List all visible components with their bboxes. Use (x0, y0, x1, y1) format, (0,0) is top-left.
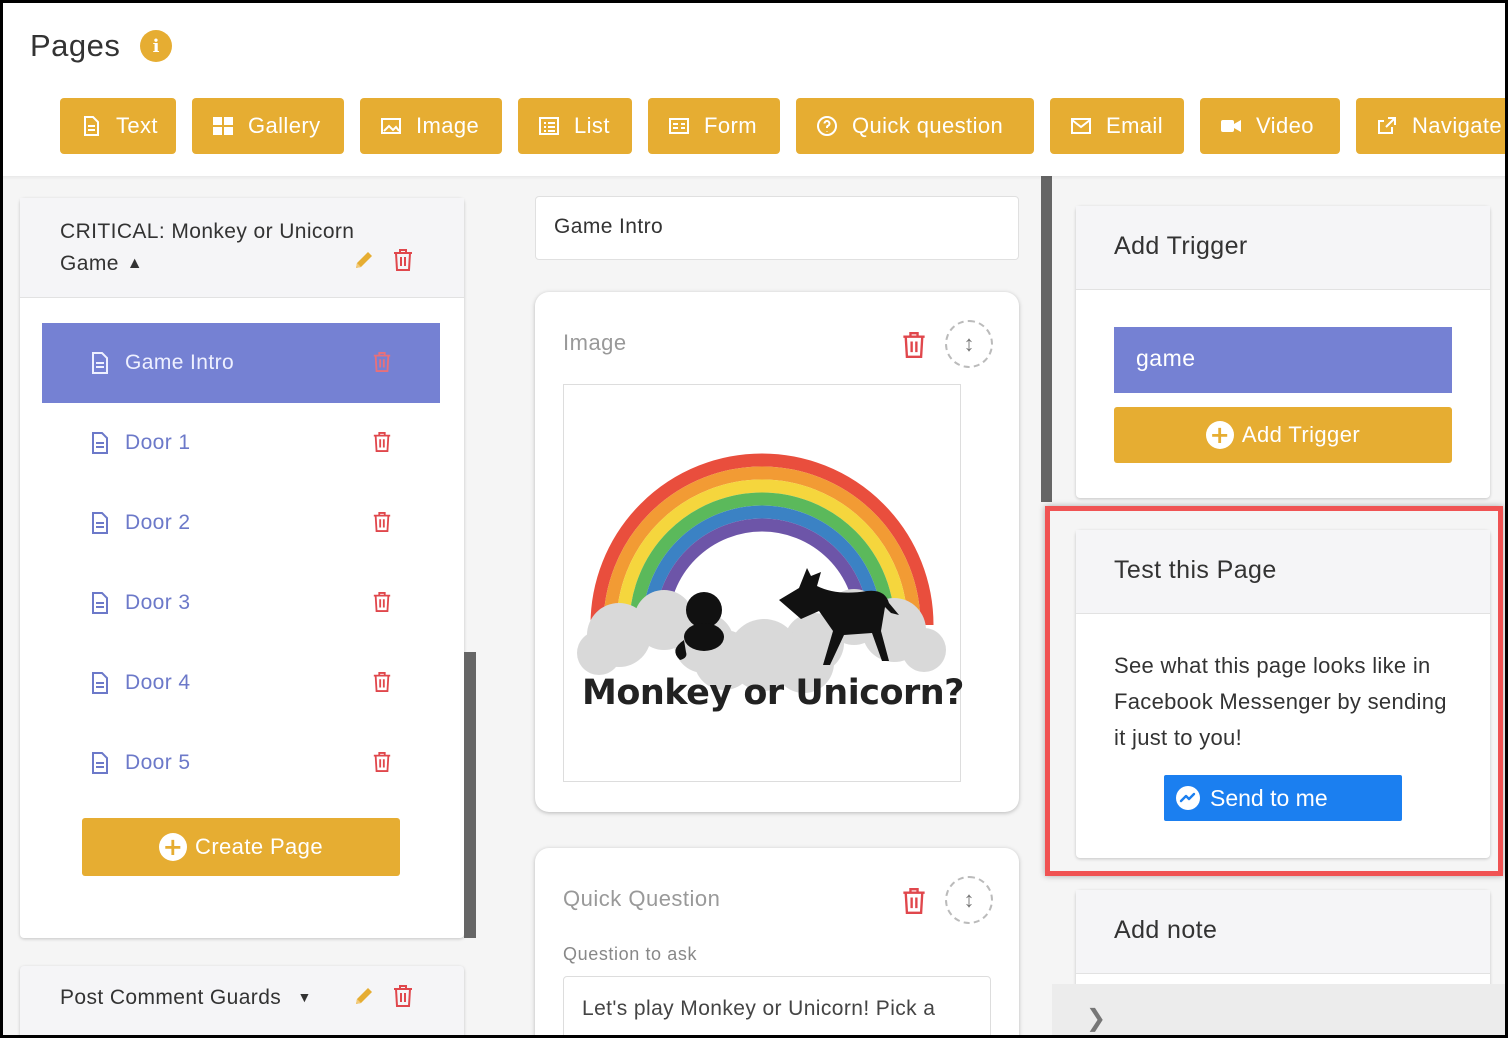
chevron-right-icon[interactable]: ❯ (1086, 1004, 1106, 1033)
toolbar-button-label: Navigate (1412, 113, 1503, 138)
image-icon (380, 115, 402, 137)
toolbar-text-button[interactable]: Text (60, 98, 176, 154)
pencil-icon[interactable] (352, 984, 376, 1014)
toolbar-button-label: Quick question (852, 113, 1004, 138)
page-list-item-label: Door 2 (125, 511, 191, 534)
plus-circle-icon: + (159, 833, 188, 861)
page-title: Pages (30, 28, 121, 63)
create-page-label: Create Page (195, 834, 323, 859)
document-icon (90, 752, 110, 774)
page-list-item-label: Door 4 (125, 671, 191, 694)
trash-icon[interactable] (901, 886, 927, 921)
trash-icon[interactable] (372, 591, 392, 619)
middle-scrollbar[interactable] (1041, 176, 1052, 502)
drag-handle-icon[interactable]: ↕ (945, 876, 993, 924)
toolbar-gallery-button[interactable]: Gallery (192, 98, 344, 154)
page-list-item-label: Door 5 (125, 751, 191, 774)
question-input[interactable]: Let's play Monkey or Unicorn! Pick a (563, 976, 991, 1038)
text-doc-icon (80, 115, 102, 137)
form-card-icon (668, 115, 690, 137)
document-icon (90, 672, 110, 694)
document-icon (90, 592, 110, 614)
toolbar-email-button[interactable]: Email (1050, 98, 1184, 154)
document-icon (90, 432, 110, 454)
add-trigger-button[interactable]: + Add Trigger (1114, 407, 1452, 463)
trash-icon[interactable] (372, 511, 392, 539)
chevron-up-icon[interactable]: ▲ (127, 248, 143, 280)
trash-icon[interactable] (372, 351, 392, 379)
create-page-button[interactable]: + Create Page (82, 818, 400, 876)
image-card: Image ↕ Monkey or Unicorn? (535, 292, 1019, 812)
toolbar-navigate-button[interactable]: Navigate (1356, 98, 1508, 154)
pencil-icon[interactable] (352, 248, 376, 282)
toolbar-button-label: Video (1256, 113, 1314, 138)
page-list-item-label: Game Intro (125, 351, 235, 374)
left-scrollbar[interactable] (464, 652, 476, 938)
page-list-item[interactable]: Door 4 (42, 643, 440, 723)
toolbar-button-label: Form (704, 113, 757, 138)
toolbar-button-label: List (574, 113, 610, 138)
toolbar-image-button[interactable]: Image (360, 98, 502, 154)
envelope-icon (1070, 115, 1092, 137)
page-header: Pages i Text Gallery Image List Form Qui… (0, 0, 1508, 176)
image-caption: Monkey or Unicorn? (582, 673, 964, 713)
video-camera-icon (1220, 115, 1242, 137)
page-group-header-collapsed[interactable]: Post Comment Guards ▼ (20, 966, 464, 1038)
quick-question-card: Quick Question ↕ Question to ask Let's p… (535, 848, 1019, 1038)
page-group-header[interactable]: CRITICAL: Monkey or Unicorn Game ▲ (20, 198, 464, 298)
gallery-grid-icon (212, 115, 234, 137)
toolbar-button-label: Email (1106, 113, 1164, 138)
plus-circle-icon: + (1205, 421, 1234, 449)
page-list-item-label: Door 1 (125, 431, 191, 454)
add-trigger-label: Add Trigger (1241, 422, 1361, 447)
page-list-item[interactable]: Door 1 (42, 403, 440, 483)
list-icon (538, 115, 560, 137)
document-icon (90, 512, 110, 534)
trash-icon[interactable] (372, 671, 392, 699)
trash-icon[interactable] (372, 431, 392, 459)
rainbow-image (577, 453, 946, 693)
question-circle-icon (816, 115, 838, 137)
trash-icon[interactable] (392, 248, 414, 282)
share-arrow-icon (1376, 115, 1398, 137)
add-trigger-panel: Add Trigger game + Add Trigger (1076, 206, 1490, 498)
group-title: CRITICAL: Monkey or Unicorn (60, 220, 355, 243)
page-list-item[interactable]: Door 5 (42, 723, 440, 803)
page-list-item[interactable]: Door 3 (42, 563, 440, 643)
document-icon (90, 352, 110, 374)
trash-icon[interactable] (372, 751, 392, 779)
trash-icon[interactable] (392, 984, 414, 1014)
card-title: Quick Question (563, 886, 721, 911)
toolbar-list-button[interactable]: List (518, 98, 632, 154)
page-list-item-label: Door 3 (125, 591, 191, 614)
toolbar-video-button[interactable]: Video (1200, 98, 1340, 154)
chevron-down-icon[interactable]: ▼ (297, 989, 311, 1005)
group2-title: Post Comment Guards (60, 986, 282, 1009)
panel-title: Add note (1076, 890, 1490, 974)
monkey-unicorn-image: Monkey or Unicorn? (563, 384, 964, 782)
workspace: CRITICAL: Monkey or Unicorn Game ▲ Game I… (0, 176, 1508, 1038)
collapse-bar[interactable]: ❯ (1052, 984, 1508, 1038)
question-label: Question to ask (563, 944, 698, 964)
highlight-box (1045, 506, 1503, 876)
trash-icon[interactable] (901, 330, 927, 365)
toolbar-quick-question-button[interactable]: Quick question (796, 98, 1034, 154)
panel-title: Add Trigger (1076, 206, 1490, 290)
card-title: Image (563, 330, 627, 355)
toolbar-form-button[interactable]: Form (648, 98, 780, 154)
page-name-input[interactable]: Game Intro (535, 196, 1019, 260)
toolbar-button-label: Gallery (248, 113, 321, 138)
toolbar-button-label: Image (416, 113, 480, 138)
page-list-item[interactable]: Door 2 (42, 483, 440, 563)
info-icon[interactable]: i (140, 30, 172, 62)
trigger-input[interactable]: game (1114, 327, 1452, 393)
drag-handle-icon[interactable]: ↕ (945, 320, 993, 368)
page-list-item[interactable]: Game Intro (42, 323, 440, 403)
page-group-panel: CRITICAL: Monkey or Unicorn Game ▲ Game I… (20, 198, 464, 938)
toolbar-button-label: Text (116, 113, 158, 138)
